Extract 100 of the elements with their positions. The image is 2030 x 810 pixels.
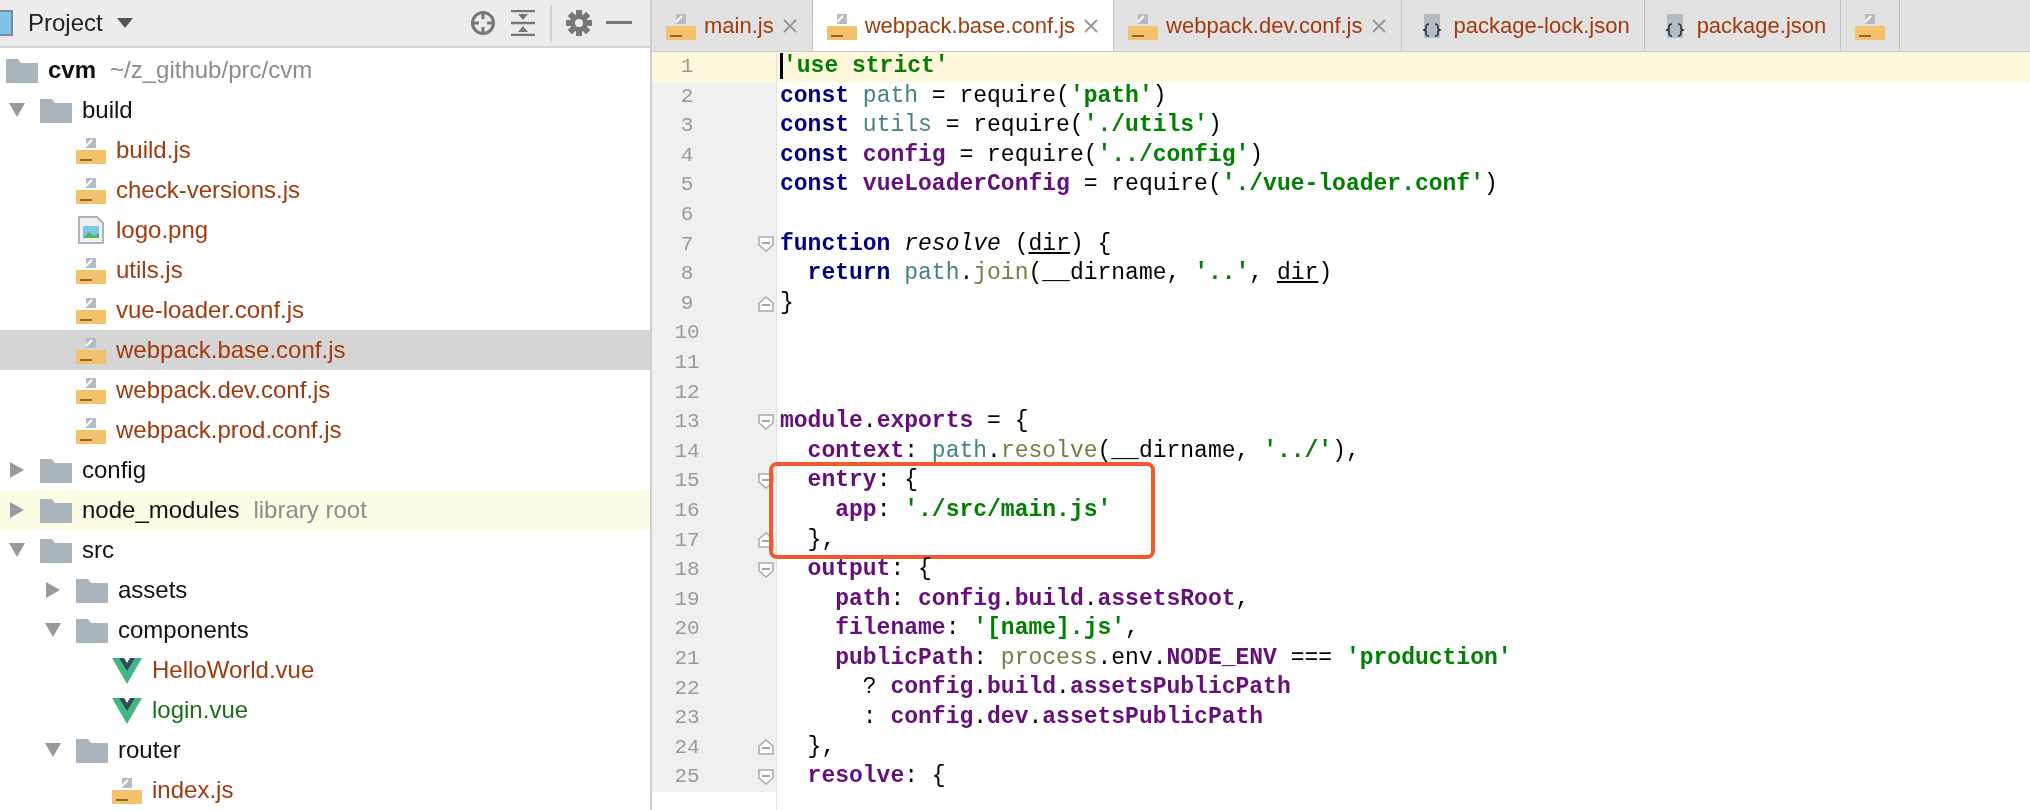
line-number: 13 xyxy=(673,409,701,436)
editor-tab[interactable]: webpack.dev.conf.js xyxy=(1114,0,1402,51)
tree-row[interactable]: webpack.prod.conf.js xyxy=(0,410,650,450)
tree-row[interactable]: utils.js xyxy=(0,250,650,290)
close-icon[interactable] xyxy=(1370,17,1387,34)
line-number: 10 xyxy=(673,320,701,347)
code-line: path: config.build.assetsRoot, xyxy=(834,585,1250,612)
settings-icon[interactable] xyxy=(566,10,592,36)
js-file-icon xyxy=(76,136,106,164)
file-name: login.vue xyxy=(152,695,249,725)
editor-tab[interactable]: webpack.base.conf.js xyxy=(812,0,1115,51)
tree-row[interactable]: config xyxy=(0,450,650,490)
code-line: ? config.build.assetsPublicPath xyxy=(861,674,1291,701)
close-icon[interactable] xyxy=(1083,17,1100,34)
js-file-icon xyxy=(666,11,696,40)
panel-title: Project xyxy=(28,8,103,38)
fold-marker-icon[interactable] xyxy=(758,413,774,430)
tree-row[interactable]: src xyxy=(0,530,650,570)
js-file-icon xyxy=(76,336,106,364)
locate-crosshair-icon[interactable] xyxy=(470,10,496,36)
editor-tab[interactable]: package.json xyxy=(1644,0,1842,51)
fold-marker-icon[interactable] xyxy=(758,739,774,756)
code-line: context: path.resolve(__dirname, '../'), xyxy=(806,437,1360,464)
fold-marker-icon[interactable] xyxy=(758,295,774,312)
collapse-arrow-icon[interactable] xyxy=(46,582,60,598)
tree-row[interactable]: webpack.dev.conf.js xyxy=(0,370,650,410)
line-number: 12 xyxy=(673,379,701,406)
file-name: router xyxy=(118,735,181,765)
code-line: const utils = require('./utils') xyxy=(780,112,1222,139)
file-name: build.js xyxy=(116,135,191,165)
folder-icon xyxy=(76,617,108,643)
file-name: logo.png xyxy=(116,215,209,245)
expand-arrow-icon[interactable] xyxy=(45,743,61,757)
line-number: 4 xyxy=(679,142,695,169)
line-number: 8 xyxy=(679,261,695,288)
file-name: cvm xyxy=(48,55,97,85)
collapse-arrow-icon[interactable] xyxy=(10,502,24,518)
fold-marker-icon[interactable] xyxy=(758,532,774,549)
vue-file-icon xyxy=(112,696,142,724)
expand-arrow-icon[interactable] xyxy=(9,543,25,557)
folder-icon xyxy=(40,537,72,563)
code-line: }, xyxy=(806,526,836,553)
file-name: src xyxy=(82,535,114,565)
tree-row[interactable]: vue-loader.conf.js xyxy=(0,290,650,330)
expand-arrow-icon[interactable] xyxy=(9,103,25,117)
path-hint: library root xyxy=(253,495,367,525)
tree-row[interactable]: build.js xyxy=(0,130,650,170)
tree-row[interactable]: webpack.base.conf.js xyxy=(0,330,650,370)
tree-row[interactable]: components xyxy=(0,610,650,650)
js-file-icon xyxy=(1128,11,1159,40)
close-icon[interactable] xyxy=(781,17,798,34)
fold-marker-icon[interactable] xyxy=(758,769,774,786)
tree-row[interactable]: login.vue xyxy=(0,690,650,730)
tree-row[interactable]: node_modules library root xyxy=(0,490,650,530)
line-number: 15 xyxy=(673,468,701,495)
line-number: 18 xyxy=(673,557,701,584)
fold-marker-icon[interactable] xyxy=(758,473,774,490)
fold-marker-icon[interactable] xyxy=(758,561,774,578)
expand-arrow-icon[interactable] xyxy=(45,623,61,637)
line-number: 14 xyxy=(673,438,701,465)
js-file-icon xyxy=(76,176,106,204)
file-name: components xyxy=(118,615,249,645)
line-number: 21 xyxy=(673,645,701,672)
tree-row[interactable]: cvm ~/z_github/prc/cvm xyxy=(0,50,650,90)
editor-tab[interactable]: main.js xyxy=(652,0,813,51)
js-file-icon xyxy=(76,256,106,284)
tree-row[interactable]: logo.png xyxy=(0,210,650,250)
dropdown-caret-icon[interactable] xyxy=(116,18,133,28)
tree-row[interactable]: assets xyxy=(0,570,650,610)
code-line: const path = require('path') xyxy=(780,82,1167,109)
js-file-icon xyxy=(76,416,106,444)
line-number: 22 xyxy=(673,675,701,702)
tree-row[interactable]: router xyxy=(0,730,650,770)
code-line: function resolve (dir) { xyxy=(780,230,1112,257)
collapse-all-icon[interactable] xyxy=(510,10,536,36)
fold-marker-icon[interactable] xyxy=(758,236,774,253)
js-file-icon xyxy=(76,376,106,404)
tree-row[interactable]: check-versions.js xyxy=(0,170,650,210)
js-file-icon xyxy=(826,11,857,40)
file-name: config xyxy=(82,455,147,485)
tree-row[interactable]: HelloWorld.vue xyxy=(0,650,650,690)
file-name: node_modules xyxy=(82,495,240,525)
editor-tab[interactable]: package-lock.json xyxy=(1401,0,1645,51)
collapse-arrow-icon[interactable] xyxy=(10,462,24,478)
path-hint: ~/z_github/prc/cvm xyxy=(110,55,313,85)
code-line: resolve: { xyxy=(806,763,946,790)
minimize-icon[interactable] xyxy=(606,21,632,25)
tree-row[interactable]: build xyxy=(0,90,650,130)
tree-row[interactable]: index.js xyxy=(0,770,650,810)
file-name: HelloWorld.vue xyxy=(152,655,315,685)
line-number: 3 xyxy=(679,113,695,140)
file-name: build xyxy=(82,95,133,125)
vue-file-icon xyxy=(112,656,142,684)
code-line: }, xyxy=(806,733,836,760)
line-number: 25 xyxy=(673,764,701,791)
file-name: webpack.dev.conf.js xyxy=(116,375,331,405)
code-line: filename: '[name].js', xyxy=(834,615,1139,642)
file-name: utils.js xyxy=(116,255,183,285)
folder-icon xyxy=(76,737,108,763)
line-number: 7 xyxy=(679,231,695,258)
